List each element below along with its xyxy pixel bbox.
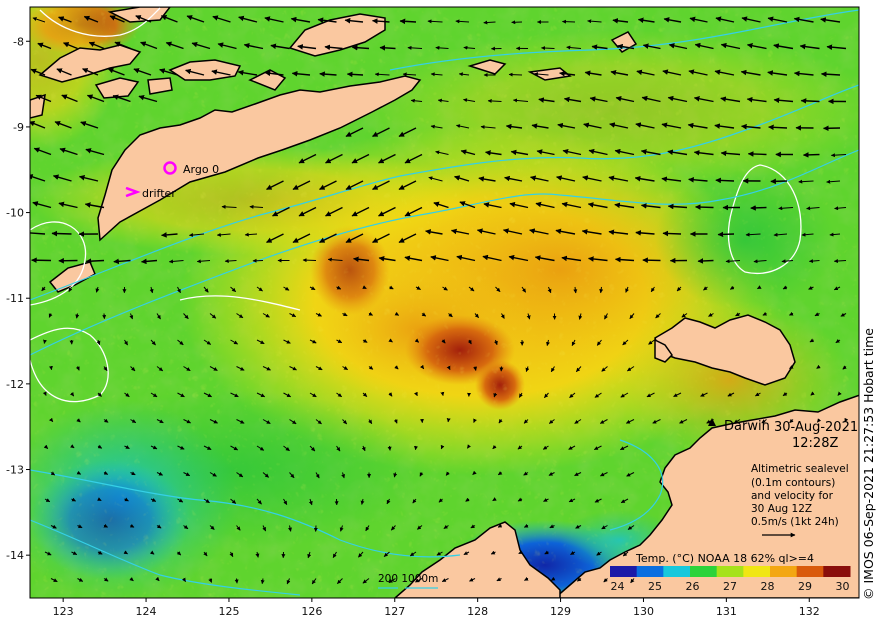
colorbar-tick-label: 27 — [723, 580, 737, 593]
colorbar-tick-label: 29 — [798, 580, 812, 593]
lat-tick-label: -11 — [6, 292, 24, 305]
lat-tick-label: -10 — [6, 207, 24, 220]
velocity-arrow — [346, 71, 364, 78]
colorbar-cell — [770, 566, 798, 577]
colorbar-cell — [690, 566, 718, 577]
lat-tick-label: -8 — [13, 35, 24, 48]
plot-area: Argo 0 drifter Darwin 30-Aug-2021 12:28Z… — [30, 7, 859, 598]
lat-tick-label: -9 — [13, 121, 24, 134]
colorbar-cell — [743, 566, 771, 577]
date-label: 30-Aug-2021 — [774, 420, 858, 435]
colorbar-title: Temp. (°C) NOAA 18 62% ql>=4 — [635, 552, 814, 565]
velocity-arrow — [234, 578, 239, 584]
velocity-arrow — [768, 124, 788, 131]
velocity-arrow — [43, 339, 47, 344]
lon-tick-label: 124 — [136, 605, 157, 618]
lon-tick-label: 123 — [53, 605, 74, 618]
lon-tick-label: 132 — [799, 605, 820, 618]
velocity-arrow — [51, 230, 72, 237]
legend-line-4: 30 Aug 12Z — [751, 503, 812, 515]
lat-tick-label: -14 — [6, 549, 24, 562]
velocity-arrow — [697, 258, 714, 264]
velocity-arrow — [662, 230, 682, 237]
city-label: Darwin — [724, 419, 770, 434]
velocity-arrow — [800, 98, 820, 104]
legend-line-2: (0.1m contours) — [751, 477, 835, 489]
velocity-arrow — [802, 152, 820, 158]
legend-line-3: and velocity for — [751, 490, 834, 502]
colorbar-cell — [716, 566, 744, 577]
velocity-arrow — [387, 445, 392, 451]
colorbar-cells — [610, 566, 851, 577]
drifter-label: drifter — [142, 187, 176, 200]
colorbar-cell — [663, 566, 691, 577]
velocity-arrow — [717, 231, 735, 238]
velocity-arrow — [413, 445, 418, 451]
colorbar-tick-label: 30 — [836, 580, 850, 593]
lat-tick-label: -13 — [6, 464, 24, 477]
velocity-arrow — [508, 72, 523, 77]
legend-line-1: Altimetric sealevel — [751, 463, 849, 475]
velocity-arrow — [48, 365, 53, 371]
velocity-arrow — [715, 177, 735, 184]
colorbar-tick-label: 28 — [761, 580, 775, 593]
velocity-arrow — [695, 204, 714, 210]
credit-text: © IMOS 06-Sep-2021 21:27:53 Hobart time — [861, 328, 876, 600]
lon-tick-label: 126 — [301, 605, 322, 618]
lon-tick-label: 128 — [467, 605, 488, 618]
colorbar-cell — [796, 566, 824, 577]
time-label: 12:28Z — [792, 436, 838, 451]
velocity-arrow — [747, 151, 767, 157]
colorbar-tick-label: 25 — [648, 580, 662, 593]
lon-tick-label: 125 — [218, 605, 239, 618]
sst-map: Argo 0 drifter Darwin 30-Aug-2021 12:28Z… — [0, 0, 880, 630]
velocity-arrow — [541, 46, 555, 51]
colorbar-cell — [636, 566, 664, 577]
velocity-arrow — [750, 205, 767, 211]
velocity-arrow — [379, 45, 396, 51]
colorbar-cell — [823, 566, 851, 577]
lon-tick-label: 131 — [716, 605, 737, 618]
colorbar-tick-label: 26 — [686, 580, 700, 593]
legend-line-5: 0.5m/s (1kt 24h) — [751, 516, 839, 528]
lon-tick-label: 129 — [550, 605, 571, 618]
argo-label: Argo 0 — [183, 163, 219, 176]
lon-tick-label: 130 — [633, 605, 654, 618]
lat-tick-label: -12 — [6, 378, 24, 391]
colorbar-tick-label: 24 — [611, 580, 625, 593]
colorbar-cell — [610, 566, 638, 577]
velocity-arrow — [440, 391, 445, 397]
velocity-arrow — [85, 258, 105, 264]
lon-tick-label: 127 — [384, 605, 405, 618]
depth-legend-label: 200 1000m — [378, 573, 438, 585]
